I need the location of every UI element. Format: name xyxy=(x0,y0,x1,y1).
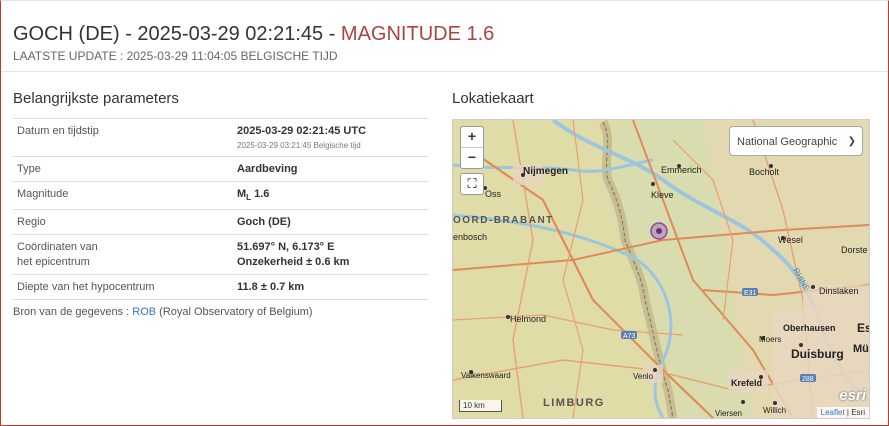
map-label-moers: Moers xyxy=(759,335,781,344)
table-row: Diepte van het hypocentrum 11.8 ± 0.7 km xyxy=(13,274,429,301)
leaflet-link[interactable]: Leaflet xyxy=(821,408,845,417)
map-label-emmerich: Emmerich xyxy=(661,165,702,175)
map-label-dorsten: Dorste xyxy=(841,245,868,255)
map-label-nijmegen: Nijmegen xyxy=(523,166,568,177)
rob-link[interactable]: ROB xyxy=(132,306,156,318)
datetime-value: 2025-03-29 02:21:45 UTC 2025-03-29 03:21… xyxy=(233,118,429,157)
scale-bar: 10 km xyxy=(459,400,502,412)
coords-value: 51.697° N, 6.173° E Onzekerheid ± 0.6 km xyxy=(233,234,429,275)
depth-value: 11.8 ± 0.7 km xyxy=(233,274,429,301)
data-source: Bron van de gegevens : ROB (Royal Observ… xyxy=(13,306,313,318)
page-frame: GOCH (DE) - 2025-03-29 02:21:45 - MAGNIT… xyxy=(0,0,889,426)
divider xyxy=(1,71,888,72)
table-row: Coördinaten van het epicentrum 51.697° N,… xyxy=(13,234,429,275)
map-label-essen: Es xyxy=(857,321,869,335)
magnitude-title: MAGNITUDE 1.6 xyxy=(340,23,495,45)
map-label-oss: Oss xyxy=(485,189,502,199)
zoom-control: + − xyxy=(460,126,484,169)
table-row: Type Aardbeving xyxy=(13,156,429,182)
table-row: Magnitude ML 1.6 xyxy=(13,180,429,210)
fullscreen-button[interactable]: ⛶ xyxy=(460,173,484,195)
chevron-down-icon: ❯ xyxy=(847,136,856,147)
magnitude-label: Magnitude xyxy=(13,180,233,210)
params-table: Datum en tijdstip 2025-03-29 02:21:45 UT… xyxy=(13,118,429,301)
magnitude-value: ML 1.6 xyxy=(233,180,429,210)
params-heading: Belangrijkste parameters xyxy=(13,90,179,107)
depth-label: Diepte van het hypocentrum xyxy=(13,274,233,301)
fullscreen-icon: ⛶ xyxy=(467,176,477,191)
map-shield-e31: E31 xyxy=(744,290,757,297)
coords-label: Coördinaten van het epicentrum xyxy=(13,234,233,275)
zoom-in-button[interactable]: + xyxy=(461,127,483,147)
map-label-bocholt: Bocholt xyxy=(749,167,780,177)
basemap-select[interactable]: National Geographic ❯ xyxy=(729,126,863,156)
map-label-krefeld: Krefeld xyxy=(731,378,762,388)
table-row: Datum en tijdstip 2025-03-29 02:21:45 UT… xyxy=(13,118,429,157)
datetime-local: 2025-03-29 03:21:45 Belgische tijd xyxy=(237,141,361,150)
last-update: LAATSTE UPDATE : 2025-03-29 11:04:05 BEL… xyxy=(13,49,338,63)
map-label-wesel: Wesel xyxy=(778,235,803,245)
map-label-denbosch: enbosch xyxy=(453,232,487,242)
esri-logo: esri xyxy=(839,387,866,404)
zoom-out-button[interactable]: − xyxy=(461,147,483,168)
basemap-selected: National Geographic xyxy=(737,136,838,148)
region-value: Goch (DE) xyxy=(233,209,429,235)
map-label-limburg: LIMBURG xyxy=(543,397,605,409)
map-label-noord-brabant: OORD-BRABANT xyxy=(453,215,554,226)
map-attribution: Leaflet | Esri xyxy=(816,407,869,418)
location-map[interactable]: Nijmegen Emmerich Bocholt Kleve Oss OORD… xyxy=(452,119,870,419)
type-label: Type xyxy=(13,156,233,182)
map-tiles: Nijmegen Emmerich Bocholt Kleve Oss OORD… xyxy=(453,120,869,418)
map-label-willich: Willich xyxy=(763,406,786,415)
map-label-helmond: Helmond xyxy=(510,314,546,324)
map-label-dinslaken: Dinslaken xyxy=(819,286,859,296)
coords-uncertainty: Onzekerheid ± 0.6 km xyxy=(237,256,350,269)
map-label-kleve: Kleve xyxy=(651,190,674,200)
map-shield-a73: A73 xyxy=(623,333,636,340)
map-label-muelheim: Mü xyxy=(853,343,869,355)
table-row: Regio Goch (DE) xyxy=(13,209,429,235)
datetime-label: Datum en tijdstip xyxy=(13,118,233,157)
map-label-viersen: Viersen xyxy=(715,409,742,418)
map-label-venlo: Venlo xyxy=(633,372,654,381)
map-shield-288: 288 xyxy=(802,376,814,383)
map-label-duisburg: Duisburg xyxy=(791,347,844,361)
map-label-valkenswaard: Valkenswaard xyxy=(461,371,511,380)
map-heading: Lokatiekaart xyxy=(452,90,534,107)
type-value: Aardbeving xyxy=(233,156,429,182)
page-title: GOCH (DE) - 2025-03-29 02:21:45 - MAGNIT… xyxy=(13,23,495,45)
epicenter-dot xyxy=(656,228,662,234)
region-label: Regio xyxy=(13,209,233,235)
map-label-oberhausen: Oberhausen xyxy=(783,323,836,333)
